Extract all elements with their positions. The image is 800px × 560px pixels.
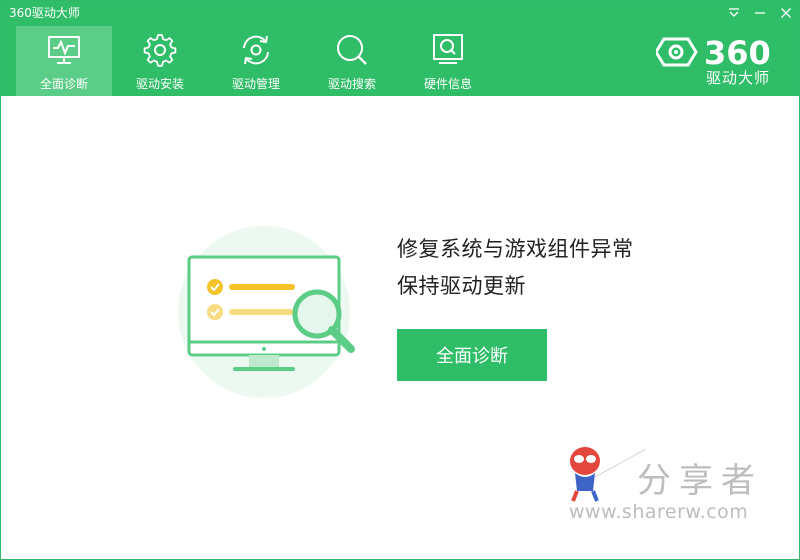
close-icon [781,8,791,18]
monitor-search-icon [433,34,463,64]
close-button[interactable] [773,1,799,25]
tab-full-diagnosis[interactable]: 全面诊断 [16,26,112,96]
search-icon [337,35,367,65]
svg-text:360: 360 [704,37,771,67]
tab-hardware-info[interactable]: 硬件信息 [400,26,496,96]
headline-line-1: 修复系统与游戏组件异常 [397,237,634,261]
app-title: 360驱动大师 [9,6,80,20]
refresh-gear-icon [243,35,269,65]
dropdown-menu-icon [729,8,739,17]
brand-logo: 360 驱动大师 [656,37,784,87]
minimize-icon [755,12,765,14]
watermark-url: www.sharerw.com [569,501,749,523]
window-controls [721,1,799,25]
headline-line-2: 保持驱动更新 [397,274,526,298]
tab-label: 硬件信息 [423,77,472,91]
full-diagnosis-button[interactable]: 全面诊断 [397,329,547,381]
gear-icon [143,34,177,67]
monitor-checklist-magnifier-illustration [178,226,355,398]
tab-driver-install[interactable]: 驱动安装 [112,26,208,96]
tab-label: 驱动管理 [231,77,280,91]
minimize-button[interactable] [747,1,773,25]
brand-360-text: 360 [704,37,771,67]
tab-driver-manage[interactable]: 驱动管理 [208,26,304,96]
app-window: 360 驱动大师 全面诊断 驱动安装 驱动管理 驱动搜索 硬件信息 360 驱动大… [0,0,800,560]
menu-button[interactable] [721,1,747,25]
main-nav: 全面诊断 驱动安装 驱动管理 驱动搜索 硬件信息 [16,26,496,96]
monitor-pulse-icon [48,36,80,64]
brand-name: 驱动大师 [706,69,771,87]
header-bar: 360 驱动大师 全面诊断 驱动安装 驱动管理 驱动搜索 硬件信息 360 驱动大… [1,1,799,96]
tab-label: 驱动安装 [135,77,184,91]
tab-label: 驱动搜索 [327,77,376,91]
tab-label: 全面诊断 [39,77,88,91]
tab-driver-search[interactable]: 驱动搜索 [304,26,400,96]
watermark-text: 分享者 [637,461,763,501]
